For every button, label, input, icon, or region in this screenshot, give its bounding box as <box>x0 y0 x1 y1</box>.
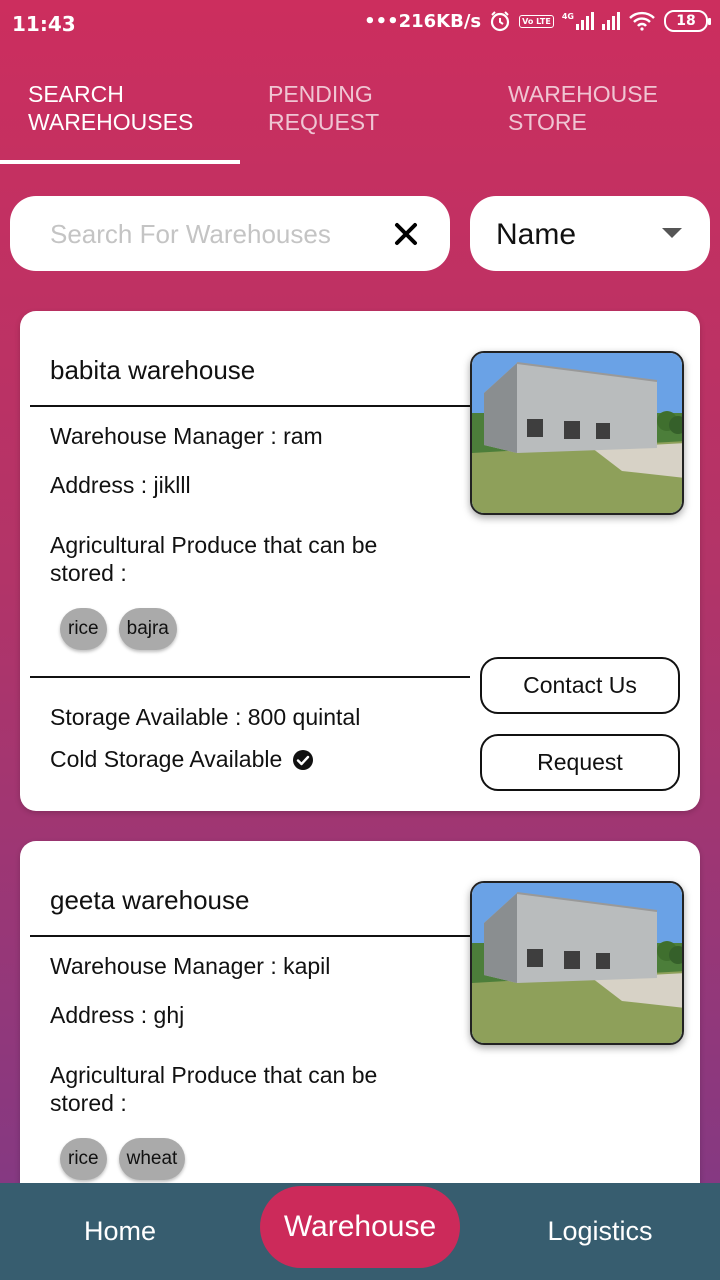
volte-icon: Vo LTE <box>519 14 554 28</box>
active-tab-indicator <box>0 160 240 164</box>
produce-chip: wheat <box>118 1138 186 1180</box>
divider <box>30 405 470 407</box>
bottom-nav: Home Warehouse Logistics <box>0 1183 720 1280</box>
signal-4g-icon: 4G <box>562 12 594 30</box>
produce-chip: rice <box>60 608 107 650</box>
network-speed: •••216KB/s <box>364 10 482 32</box>
cold-storage-label: Cold Storage Available <box>50 746 283 772</box>
warehouse-image <box>470 351 684 515</box>
produce-chips: rice wheat <box>60 1138 186 1180</box>
nav-warehouse[interactable]: Warehouse <box>260 1186 460 1268</box>
wifi-icon <box>628 11 656 31</box>
tab-search-warehouses[interactable]: SEARCH WAREHOUSES <box>0 80 240 166</box>
caret-down-icon <box>662 228 682 238</box>
produce-chips: rice bajra <box>60 608 177 650</box>
check-circle-icon <box>293 749 314 770</box>
alarm-icon <box>489 10 511 32</box>
warehouse-name: geeta warehouse <box>50 885 250 915</box>
tab-warehouse-store[interactable]: WAREHOUSE STORE <box>480 80 720 166</box>
status-icons: •••216KB/s Vo LTE 4G 18 <box>364 10 711 32</box>
storage-available: Storage Available : 800 quintal <box>50 704 361 730</box>
warehouse-manager: Warehouse Manager : kapil <box>50 953 331 979</box>
status-time: 11:43 <box>12 12 76 36</box>
battery-level: 18 <box>676 13 696 29</box>
nav-logistics[interactable]: Logistics <box>480 1183 720 1280</box>
sort-selected-value: Name <box>496 218 577 251</box>
divider <box>30 935 470 937</box>
contact-us-button[interactable]: Contact Us <box>480 657 680 714</box>
tab-bar: SEARCH WAREHOUSES PENDING REQUEST WAREHO… <box>0 80 720 166</box>
produce-chip: bajra <box>118 608 177 650</box>
warehouse-name: babita warehouse <box>50 355 256 385</box>
warehouse-card: geeta warehouse Warehouse Manager : kapi… <box>20 841 700 1221</box>
battery-icon: 18 <box>664 10 711 32</box>
divider <box>30 676 470 678</box>
warehouse-card: babita warehouse Warehouse Manager : ram… <box>20 311 700 811</box>
close-icon[interactable] <box>392 220 420 248</box>
warehouse-address: Address : jiklll <box>50 472 191 498</box>
produce-label: Agricultural Produce that can be stored … <box>50 1062 378 1116</box>
warehouse-address: Address : ghj <box>50 1002 185 1028</box>
signal-icon <box>602 12 620 30</box>
request-button[interactable]: Request <box>480 734 680 791</box>
search-input[interactable] <box>50 214 370 254</box>
produce-chip: rice <box>60 1138 107 1180</box>
status-bar: 11:43 •••216KB/s Vo LTE 4G 18 <box>0 0 720 48</box>
search-box <box>10 196 450 271</box>
cold-storage: Cold Storage Available <box>50 746 314 773</box>
tab-pending-request[interactable]: PENDING REQUEST <box>240 80 480 166</box>
warehouse-image <box>470 881 684 1045</box>
produce-label: Agricultural Produce that can be stored … <box>50 532 378 586</box>
nav-home[interactable]: Home <box>0 1183 240 1280</box>
network-type-label: 4G <box>561 12 574 21</box>
warehouse-manager: Warehouse Manager : ram <box>50 423 323 449</box>
sort-dropdown[interactable]: Name <box>470 196 710 271</box>
